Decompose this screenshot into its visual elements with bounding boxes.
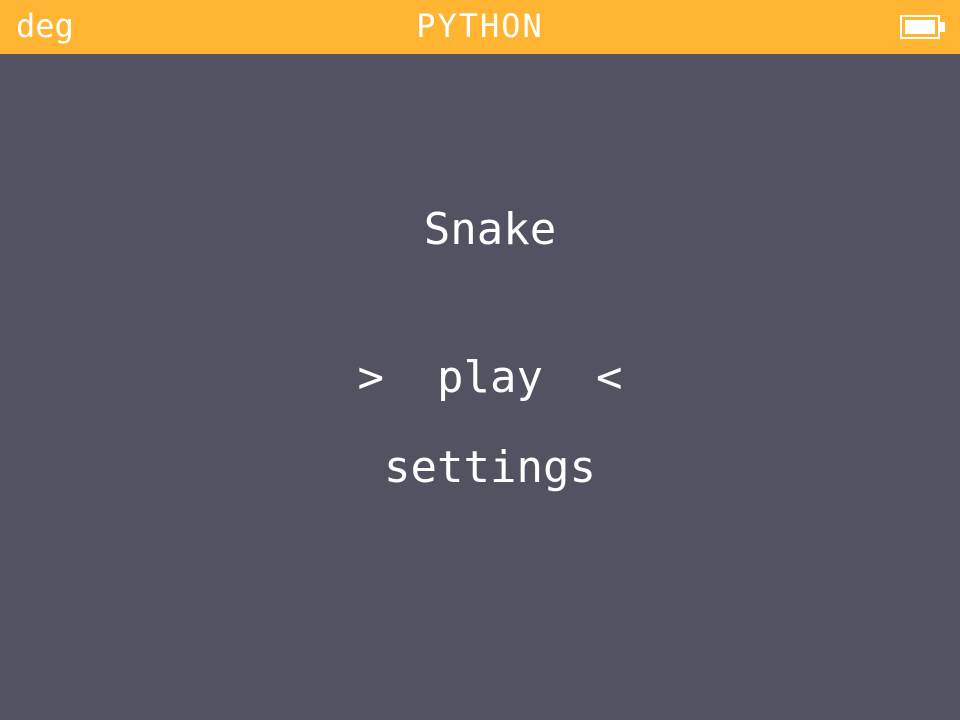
game-title: Snake bbox=[423, 204, 557, 255]
menu-item-settings[interactable]: settings bbox=[10, 442, 960, 493]
status-bar: deg PYTHON bbox=[0, 0, 960, 54]
menu-item-play[interactable]: > play < bbox=[10, 352, 960, 403]
battery-full-icon bbox=[900, 15, 945, 39]
app-title: PYTHON bbox=[416, 7, 544, 45]
python-console-screen: Snake > play < settings bbox=[0, 54, 960, 720]
